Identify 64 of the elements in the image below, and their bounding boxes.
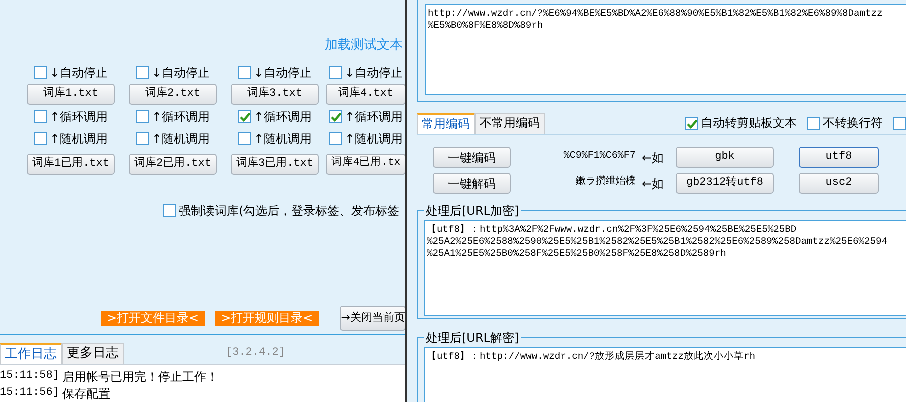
checkbox[interactable] (136, 110, 149, 123)
encoding-tab[interactable]: 不常用编码 (475, 113, 545, 134)
checkbox[interactable] (238, 132, 251, 145)
file-button[interactable]: 词库3.txt (231, 84, 319, 104)
encode-button[interactable]: 一键编码 (433, 147, 511, 168)
file-button[interactable]: 词库1已用.txt (27, 154, 115, 174)
checkbox[interactable] (238, 66, 251, 79)
checkbox[interactable] (807, 116, 820, 130)
checkbox-label: ↑循环调用 (254, 108, 312, 126)
charset-button[interactable]: gbk (676, 147, 774, 168)
checkbox-label: 不转换行符 (823, 115, 883, 132)
checkbox-label: ↑循环调用 (50, 108, 108, 126)
charset-button[interactable]: utf8 (799, 147, 879, 168)
checkbox[interactable] (685, 116, 698, 130)
checkbox[interactable] (328, 66, 342, 79)
example-label: ←如 (642, 150, 664, 166)
file-button[interactable]: 词库1.txt (27, 84, 115, 104)
checkbox[interactable] (34, 66, 47, 79)
checkbox[interactable] (328, 110, 342, 123)
checkbox[interactable] (893, 116, 906, 130)
checkbox-label: ↑随机调用 (344, 130, 404, 148)
log-time: 15:11:56] (0, 386, 60, 402)
checkbox-label: ↑循环调用 (344, 108, 404, 126)
log-message: 保存配置 (62, 386, 110, 402)
charset-button[interactable]: gb2312转utf8 (676, 173, 774, 194)
result-text-area[interactable]: 【utf8】：http%3A%2F%2Fwww.wzdr.cn%2F%3F%25E6%2594%25BE%25E5%25BD %25A2%25E6%2588%2590%25E5%25B1%2582%25E5%25B1%2582%25E6%2589%258Damtzz%25E6%2594 %25A1%25E5%25B0%258F%25E5%25B0%258F%25E8%258D%2589rh (424, 220, 906, 316)
example-label: ←如 (642, 176, 664, 192)
example-text: %C9%F1%C6%F7 (564, 150, 636, 164)
group-title: 处理后[URL解密] (424, 329, 522, 347)
file-button[interactable]: 词库4.txt (326, 84, 405, 104)
checkbox-label: 强制读词库(勾选后，登录标签、发布标签 (179, 202, 400, 220)
checkbox-label: ↓自动停止 (254, 64, 312, 82)
checkbox-label: ↓自动停止 (152, 64, 210, 82)
checkbox[interactable] (136, 66, 149, 79)
group-title: 处理后[URL加密] (424, 202, 522, 220)
checkbox[interactable] (34, 132, 47, 145)
decode-button[interactable]: 一键解码 (433, 173, 511, 194)
example-text: 鏉ラ攢绁炲檏 (576, 174, 636, 190)
result-text-area[interactable]: 【utf8】：http://www.wzdr.cn/?放形成层层才amtzz放此次小小草rh (424, 347, 906, 402)
checkbox-label: ↑循环调用 (152, 108, 210, 126)
file-button[interactable]: 词库4已用.tx (326, 154, 405, 174)
close-page-button[interactable]: →关闭当前页 (340, 306, 405, 331)
source-text-area[interactable]: http://www.wzdr.cn/?%E6%94%BE%E5%BD%A2%E6%88%90%E5%B1%82%E5%B1%82%E6%89%8Damtzz %E5%B0%8F%E8%8D%89rh (425, 4, 906, 95)
log-tab[interactable]: 工作日志 (0, 343, 62, 364)
checkbox-label: ↑随机调用 (152, 130, 210, 148)
checkbox-label: ↓自动停止 (50, 64, 108, 82)
file-button[interactable]: 词库3已用.txt (231, 154, 319, 174)
file-button[interactable]: 词库2已用.txt (129, 154, 217, 174)
checkbox-label: 自动转剪贴板文本 (701, 115, 797, 132)
charset-button[interactable]: usc2 (799, 173, 879, 194)
log-time: 15:11:58] (0, 369, 60, 384)
checkbox[interactable] (136, 132, 149, 145)
checkbox-label: ↑随机调用 (50, 130, 108, 148)
checkbox[interactable] (163, 204, 176, 218)
checkbox-label: ↑随机调用 (254, 130, 312, 148)
checkbox[interactable] (238, 110, 251, 123)
file-button[interactable]: 词库2.txt (129, 84, 217, 104)
checkbox[interactable] (34, 110, 47, 123)
checkbox[interactable] (328, 132, 342, 145)
checkbox-label: ↓自动停止 (344, 64, 404, 82)
log-message: 启用帐号已用完！停止工作！ (62, 368, 218, 386)
version-label: [3.2.4.2] (226, 346, 286, 362)
encoding-tab[interactable]: 常用编码 (417, 113, 475, 134)
log-tab[interactable]: 更多日志 (62, 343, 124, 364)
